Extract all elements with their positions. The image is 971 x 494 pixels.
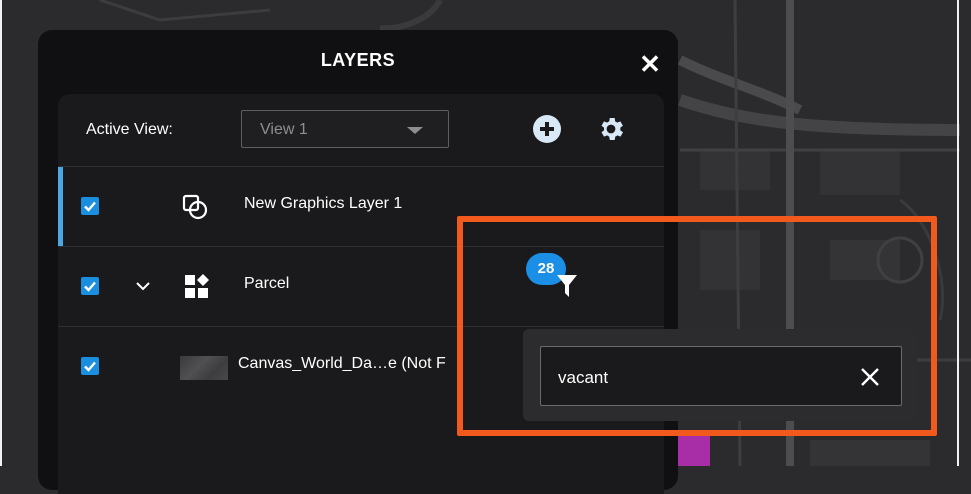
panel-title: LAYERS <box>320 50 396 70</box>
highlight-box <box>457 216 937 436</box>
gear-icon[interactable] <box>596 114 626 144</box>
graphics-layer-icon <box>182 194 208 220</box>
layer-visibility-checkbox[interactable] <box>81 357 99 375</box>
layers-toolbar: Active View: View 1 <box>58 94 664 166</box>
view-select[interactable]: View 1 <box>241 110 449 148</box>
feature-layer-icon <box>185 274 209 298</box>
layer-name: Canvas_World_Da…e (Not F <box>238 355 446 372</box>
caret-down-icon <box>407 127 423 134</box>
layer-visibility-checkbox[interactable] <box>81 197 99 215</box>
basemap-thumbnail <box>180 356 228 380</box>
map-marker[interactable] <box>676 436 710 466</box>
active-view-label: Active View: <box>86 121 173 138</box>
layer-visibility-checkbox[interactable] <box>81 277 99 295</box>
left-edge-line <box>0 0 2 466</box>
right-edge-line <box>957 0 959 466</box>
view-select-value: View 1 <box>260 121 308 138</box>
plus-circle-icon[interactable] <box>533 115 561 143</box>
chevron-down-icon[interactable] <box>134 277 152 295</box>
close-icon[interactable]: ✕ <box>638 51 662 77</box>
layer-name: New Graphics Layer 1 <box>244 195 403 212</box>
layer-name: Parcel <box>244 275 290 292</box>
